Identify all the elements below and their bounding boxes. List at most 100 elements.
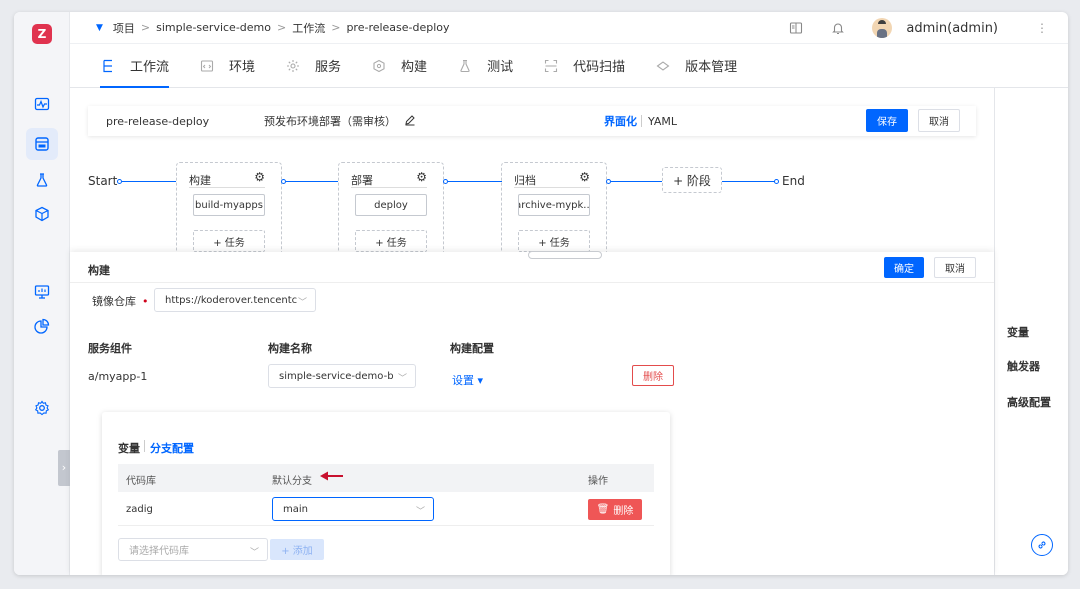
pipeline-end-label: End	[782, 174, 805, 188]
pipeline-connector	[722, 181, 776, 182]
edit-pencil-icon[interactable]	[404, 114, 424, 129]
delete-service-button[interactable]: 删除	[632, 365, 674, 386]
right-config-panel: 变量 触发器 高级配置	[994, 88, 1068, 575]
settings-gear-icon[interactable]	[30, 396, 54, 420]
build-drawer: 构建 确定 取消 镜像仓库 • https://koderover.tencent…	[70, 251, 994, 575]
breadcrumb-project-name[interactable]: simple-service-demo	[156, 21, 271, 34]
test-icon	[457, 58, 473, 74]
tab-label: 测试	[487, 60, 514, 75]
workflow-icon	[100, 58, 116, 74]
registry-label-text: 镜像仓库	[92, 295, 136, 308]
workflow-name: pre-release-deploy	[106, 114, 210, 128]
pipeline-connector	[448, 181, 502, 182]
branch-config-card: 变量 分支配置 代码库 默认分支 操作 zadig main ﹀ 🗑 删除 请选…	[102, 412, 670, 575]
monitor-wave-icon[interactable]	[30, 92, 54, 116]
add-repo-button[interactable]: + 添加	[270, 539, 324, 560]
build-name-select[interactable]: simple-service-demo-b ﹀	[268, 364, 416, 388]
tab-test[interactable]: 测试	[457, 44, 513, 88]
save-button[interactable]: 保存	[866, 109, 908, 132]
bell-icon[interactable]	[830, 20, 846, 36]
service-component-value: a/myapp-1	[88, 370, 148, 383]
breadcrumb-workflows[interactable]: 工作流	[292, 20, 325, 36]
right-panel-variables[interactable]: 变量	[1007, 324, 1029, 340]
user-avatar[interactable]	[872, 18, 893, 38]
tab-code-scan[interactable]: 代码扫描	[543, 44, 625, 88]
chevron-down-icon: ﹀	[415, 507, 425, 517]
add-task-button[interactable]: + 任务	[518, 230, 590, 252]
pipeline-connector-dot	[774, 179, 779, 184]
mode-ui-toggle[interactable]: 界面化	[604, 113, 637, 129]
repo-select-placeholder: 请选择代码库	[129, 546, 189, 557]
right-panel-advanced[interactable]: 高级配置	[1007, 394, 1051, 410]
project-nav-tabs: 工作流 环境 服务 构建 测试 代码扫描 版本管理	[70, 44, 1068, 88]
sidebar-expand-handle[interactable]: ›	[58, 450, 70, 486]
stage-job[interactable]: archive-mypk...	[518, 194, 590, 216]
app-window: Z › ▼ 项目 > simple-service-demo > 工作流 > p…	[14, 12, 1068, 575]
dashboard-icon[interactable]	[30, 280, 54, 304]
tab-workflow[interactable]: 工作流	[100, 44, 170, 88]
column-service-component: 服务组件	[88, 342, 132, 355]
stage-settings-icon[interactable]: ⚙	[579, 170, 590, 184]
repo-name: zadig	[126, 504, 153, 515]
add-task-button[interactable]: + 任务	[193, 230, 265, 252]
environment-icon	[199, 58, 215, 74]
header-actions: 操作	[588, 476, 608, 487]
stage-job[interactable]: deploy	[355, 194, 427, 216]
delete-repo-button[interactable]: 🗑 删除	[588, 499, 642, 520]
stage-job[interactable]: build-myapps	[193, 194, 265, 216]
stage-build: 构建 ⚙ build-myapps + 任务	[176, 162, 282, 262]
left-sidebar: Z ›	[14, 12, 70, 575]
mode-yaml-toggle[interactable]: YAML	[648, 115, 677, 128]
stage-deploy: 部署 ⚙ deploy + 任务	[338, 162, 444, 262]
tab-divider	[144, 440, 145, 452]
pipeline-connector	[286, 181, 338, 182]
tab-branch-config[interactable]: 分支配置	[150, 440, 194, 456]
workflow-display-name: 预发布环境部署（需审核）	[264, 115, 396, 128]
header-default-branch: 默认分支	[272, 476, 312, 487]
breadcrumb-project[interactable]: 项目	[113, 20, 135, 36]
zadig-logo-icon[interactable]: Z	[32, 24, 52, 44]
pie-chart-icon[interactable]	[30, 314, 54, 338]
flask-icon[interactable]	[30, 168, 54, 192]
header-repo: 代码库	[126, 476, 156, 487]
stage-settings-icon[interactable]: ⚙	[416, 170, 427, 184]
pipeline-connector	[611, 181, 662, 182]
add-stage-button[interactable]: + 阶段	[662, 167, 722, 193]
stage-divider	[189, 187, 265, 188]
workflow-header: pre-release-deploy 预发布环境部署（需审核） 界面化 YAML…	[88, 106, 976, 136]
default-branch-select[interactable]: main ﹀	[272, 497, 434, 521]
caret-down-icon[interactable]: ▼	[96, 23, 103, 33]
cancel-button[interactable]: 取消	[918, 109, 960, 132]
link-icon[interactable]	[1031, 534, 1053, 556]
book-icon[interactable]	[788, 20, 804, 36]
column-build-config: 构建配置	[450, 342, 494, 355]
stage-settings-icon[interactable]: ⚙	[254, 170, 265, 184]
repo-select[interactable]: 请选择代码库 ﹀	[118, 538, 268, 561]
tab-build[interactable]: 构建	[371, 44, 427, 88]
tab-label: 版本管理	[685, 60, 738, 75]
mode-divider	[641, 115, 642, 127]
registry-select[interactable]: https://koderover.tencentc ﹀	[154, 288, 316, 312]
project-icon[interactable]	[26, 128, 58, 160]
tab-environment[interactable]: 环境	[199, 44, 255, 88]
tab-service[interactable]: 服务	[285, 44, 341, 88]
tab-variables[interactable]: 变量	[118, 440, 140, 456]
add-task-button[interactable]: + 任务	[355, 230, 427, 252]
chevron-down-icon: ﹀	[397, 374, 407, 384]
chevron-down-icon: ﹀	[297, 298, 307, 308]
drawer-resize-handle[interactable]	[528, 251, 602, 259]
right-panel-triggers[interactable]: 触发器	[1007, 358, 1040, 374]
build-config-settings-dropdown[interactable]: 设置 ▾	[452, 372, 483, 388]
user-name[interactable]: admin(admin)	[906, 21, 998, 36]
code-scan-icon	[543, 58, 559, 74]
drawer-cancel-button[interactable]: 取消	[934, 257, 976, 278]
registry-label: 镜像仓库 •	[92, 293, 149, 309]
package-icon[interactable]	[30, 202, 54, 226]
required-dot: •	[142, 295, 149, 308]
stage-name: 部署	[351, 174, 373, 187]
more-options-icon[interactable]: ⋮	[1036, 21, 1048, 35]
branch-table-header: 代码库 默认分支 操作	[118, 464, 654, 492]
confirm-button[interactable]: 确定	[884, 257, 924, 278]
tab-label: 环境	[229, 60, 256, 75]
tab-version[interactable]: 版本管理	[655, 44, 737, 88]
